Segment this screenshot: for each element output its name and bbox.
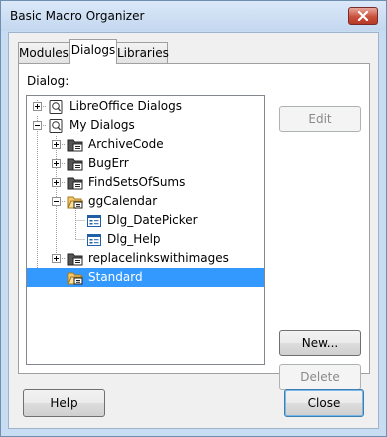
title-bar[interactable]: Basic Macro Organizer	[1, 1, 386, 31]
dialog-library-icon	[67, 177, 83, 190]
dialog-library-icon	[67, 139, 83, 152]
dialog-icon	[87, 215, 101, 227]
help-button[interactable]: Help	[23, 389, 105, 417]
tree-item-dlg-help[interactable]: Dlg_Help	[27, 230, 264, 249]
collapse-icon[interactable]	[33, 121, 42, 130]
tab-modules[interactable]: Modules	[18, 42, 70, 63]
tree-item-label: Dlg_Help	[107, 232, 161, 246]
tree-item-archivecode[interactable]: ArchiveCode	[27, 135, 264, 154]
dialog-tree[interactable]: LibreOffice Dialogs My Dialogs ArchiveCo…	[26, 95, 265, 365]
library-icon	[49, 100, 63, 114]
edit-button[interactable]: Edit	[279, 106, 361, 132]
library-icon	[49, 119, 63, 133]
dialogs-tab-panel: Dialog: LibreOffice Dialogs My Dialogs A…	[18, 63, 370, 390]
tree-item-replacelinkswithimages[interactable]: replacelinkswithimages	[27, 249, 264, 268]
tree-item-label: My Dialogs	[69, 118, 135, 132]
tree-item-label: LibreOffice Dialogs	[69, 99, 183, 113]
dialog-library-icon	[67, 158, 83, 171]
tree-item-standard[interactable]: Standard	[27, 268, 264, 287]
collapse-icon[interactable]	[52, 197, 61, 206]
tab-dialogs[interactable]: Dialogs	[69, 39, 117, 64]
open-dialog-library-icon	[67, 196, 83, 209]
new-button[interactable]: New...	[279, 330, 361, 356]
tree-item-label: BugErr	[88, 156, 129, 170]
tree-item-bugerr[interactable]: BugErr	[27, 154, 264, 173]
window-title: Basic Macro Organizer	[10, 9, 145, 23]
tree-item-ggcalendar[interactable]: ggCalendar	[27, 192, 264, 211]
dialog-icon	[87, 234, 101, 246]
dialog-client-area: Modules Dialogs Libraries Dialog: LibreO…	[8, 32, 379, 429]
delete-button[interactable]: Delete	[279, 364, 361, 390]
open-dialog-library-icon	[67, 272, 83, 285]
tree-item-label: Dlg_DatePicker	[107, 213, 198, 227]
tree-item-label: Standard	[88, 270, 143, 284]
close-icon	[357, 11, 369, 21]
tree-item-my-dialogs[interactable]: My Dialogs	[27, 116, 264, 135]
expand-icon[interactable]	[52, 178, 61, 187]
tree-item-label: FindSetsOfSums	[88, 175, 186, 189]
window-close-button[interactable]	[348, 7, 378, 25]
expand-icon[interactable]	[52, 159, 61, 168]
tree-item-dlg-datepicker[interactable]: Dlg_DatePicker	[27, 211, 264, 230]
expand-icon[interactable]	[52, 254, 61, 263]
basic-macro-organizer-window: Basic Macro Organizer Modules Dialogs Li…	[0, 0, 387, 437]
dialog-list-label: Dialog:	[27, 74, 70, 88]
tree-item-findsetsofsums[interactable]: FindSetsOfSums	[27, 173, 264, 192]
expand-icon[interactable]	[33, 102, 42, 111]
tree-item-libreoffice-dialogs[interactable]: LibreOffice Dialogs	[27, 97, 264, 116]
dialog-library-icon	[67, 253, 83, 266]
tree-item-label: replacelinkswithimages	[88, 251, 229, 265]
tab-libraries[interactable]: Libraries	[116, 42, 169, 63]
tree-item-label: ArchiveCode	[88, 137, 164, 151]
tree-item-label: ggCalendar	[88, 194, 158, 208]
close-button[interactable]: Close	[284, 389, 364, 417]
expand-icon[interactable]	[52, 140, 61, 149]
